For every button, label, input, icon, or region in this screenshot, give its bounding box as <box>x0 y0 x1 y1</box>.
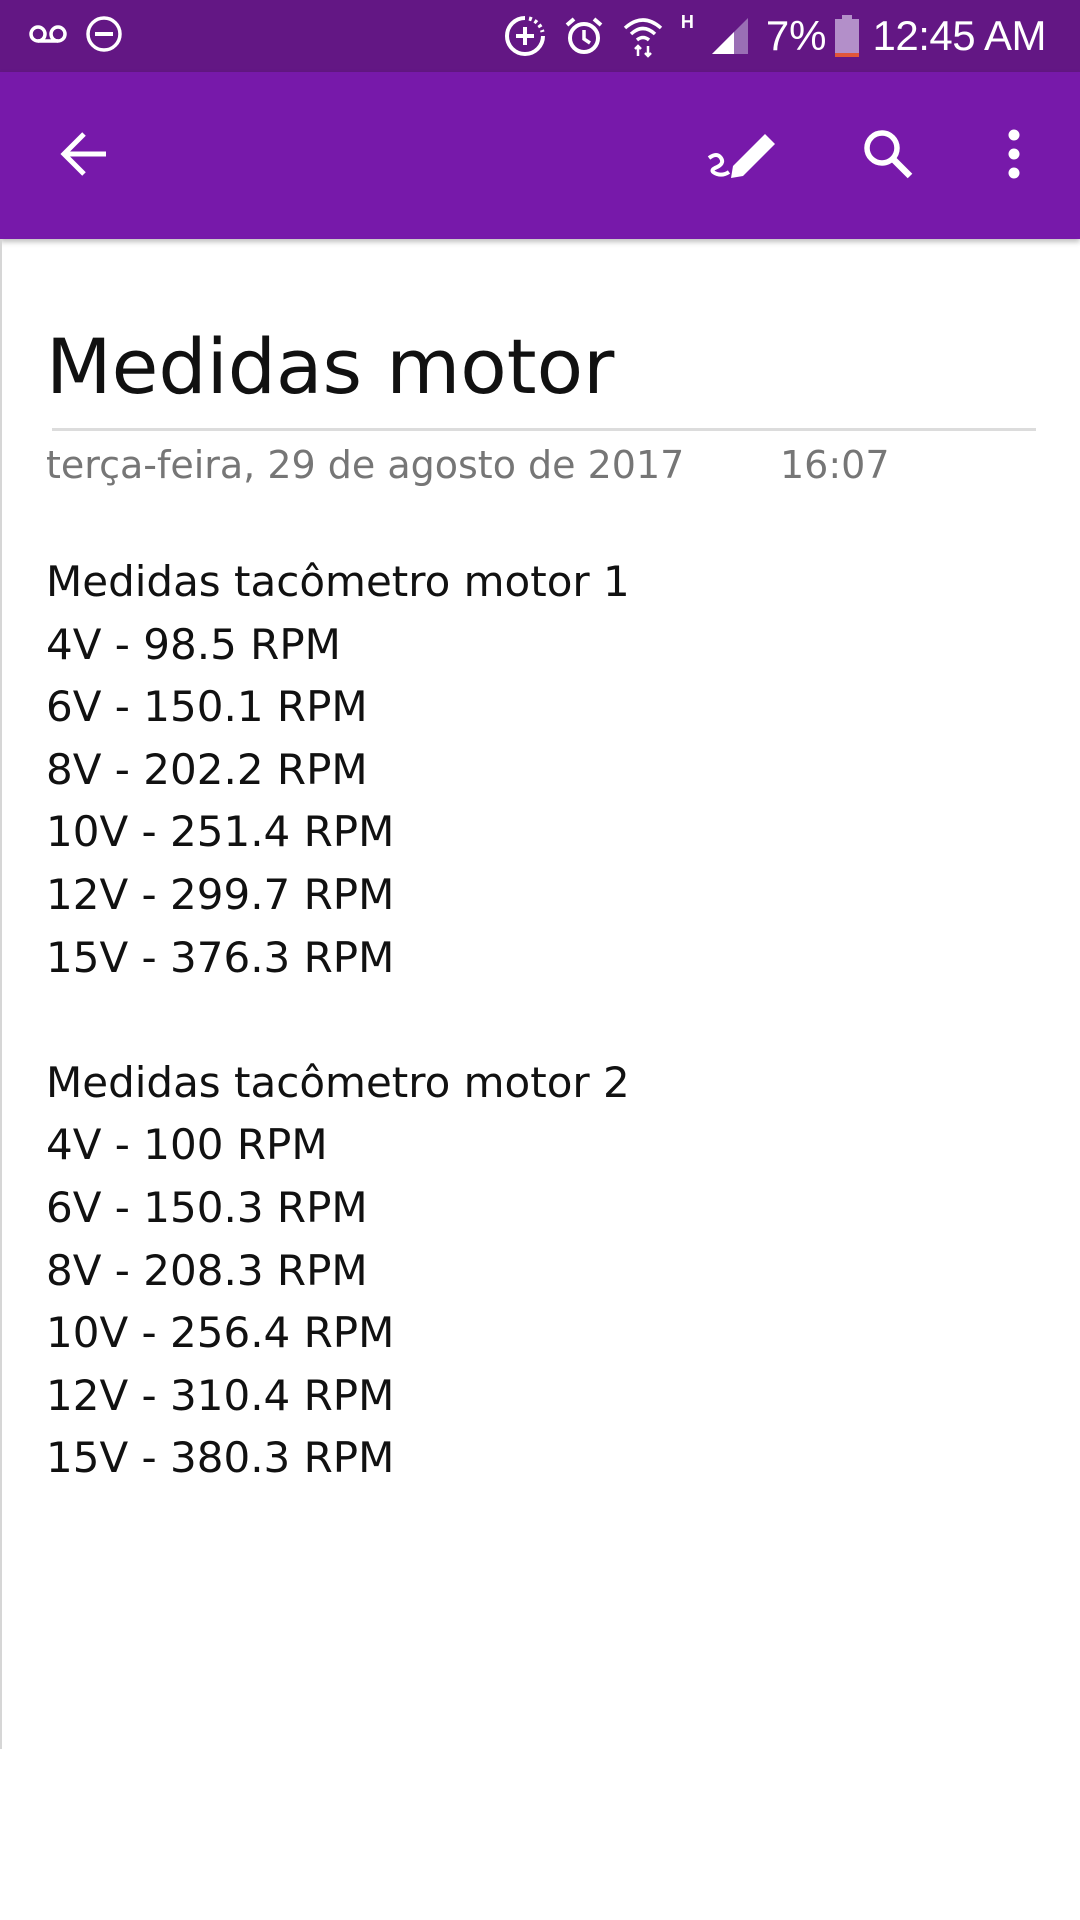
page-date: terça-feira, 29 de agosto de 2017 <box>46 443 685 487</box>
draw-button[interactable] <box>706 118 782 194</box>
section-heading: Medidas tacômetro motor 2 <box>46 1057 630 1107</box>
battery-icon <box>834 15 859 57</box>
measurement-line: 8V - 208.3 RPM <box>46 1245 368 1295</box>
data-saver-icon <box>503 14 547 58</box>
back-arrow-icon <box>58 128 110 184</box>
hspa-h-icon: H <box>681 12 694 47</box>
section-heading: Medidas tacômetro motor 1 <box>46 557 630 606</box>
measurement-line: 4V - 100 RPM <box>46 1120 328 1170</box>
measurement-line: 12V - 299.7 RPM <box>46 869 395 919</box>
page-frame-edge <box>0 239 2 1749</box>
measurement-line: 10V - 256.4 RPM <box>46 1308 395 1358</box>
measurement-line: 4V - 98.5 RPM <box>46 619 341 669</box>
alarm-icon <box>563 15 605 57</box>
draw-pen-icon <box>707 128 781 184</box>
status-bar: H 7% 12:45 AM <box>0 0 1080 72</box>
page-time: 16:07 <box>780 443 890 487</box>
cell-signal-icon <box>710 16 750 56</box>
app-bar <box>0 72 1080 239</box>
measurement-line: 15V - 380.3 RPM <box>46 1433 395 1483</box>
measurement-line: 10V - 251.4 RPM <box>46 807 395 857</box>
status-right-icons: H 7% 12:45 AM <box>503 10 1047 62</box>
note-body[interactable]: Medidas tacômetro motor 1 4V - 98.5 RPM … <box>46 551 630 1490</box>
page-title[interactable]: Medidas motor <box>46 319 614 415</box>
measurement-line: 15V - 376.3 RPM <box>46 932 395 982</box>
do-not-disturb-icon <box>84 14 124 58</box>
title-divider <box>52 428 1036 431</box>
status-clock: 12:45 AM <box>872 12 1047 59</box>
more-options-button[interactable] <box>976 118 1052 194</box>
search-button[interactable] <box>850 118 926 194</box>
more-vertical-icon <box>1006 128 1022 184</box>
wifi-icon <box>621 14 665 58</box>
voicemail-icon <box>28 22 68 50</box>
measurement-line: 6V - 150.1 RPM <box>46 682 368 732</box>
measurement-line: 6V - 150.3 RPM <box>46 1182 368 1232</box>
search-icon <box>860 126 916 186</box>
back-button[interactable] <box>46 118 122 194</box>
status-left-icons <box>28 12 124 60</box>
measurement-line: 12V - 310.4 RPM <box>46 1370 395 1420</box>
network-type: H <box>680 11 694 32</box>
measurement-line: 8V - 202.2 RPM <box>46 744 368 794</box>
battery-percent: 7% <box>765 12 827 59</box>
